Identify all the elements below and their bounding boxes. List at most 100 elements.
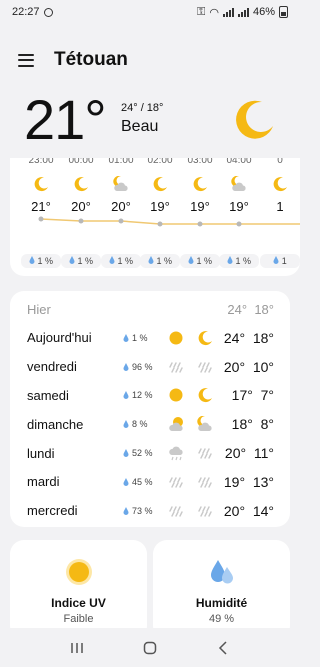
- day-hi-lo: 18° 8°: [232, 416, 274, 432]
- day-high: 19°: [223, 473, 246, 490]
- rain-icon: [197, 359, 213, 375]
- current-temperature: 21°: [24, 88, 107, 151]
- home-button[interactable]: [135, 636, 165, 660]
- current-weather: 21° 24° / 18° Beau: [0, 88, 300, 158]
- key-icon: ⚿: [196, 5, 206, 18]
- status-time: 22:27: [12, 6, 40, 18]
- humidity-drops-icon: [210, 560, 233, 584]
- daily-row[interactable]: samedi 12 % 17° 7°: [10, 381, 290, 409]
- city-title: Tétouan: [54, 49, 128, 70]
- day-hi-lo: 24° 18°: [227, 302, 274, 317]
- day-low: 18°: [252, 329, 274, 346]
- moon-cloud-icon: [231, 175, 247, 192]
- uv-index-card[interactable]: Indice UV Faible: [10, 540, 147, 640]
- day-low: 11°: [253, 445, 274, 461]
- day-high: 20°: [224, 445, 247, 461]
- hourly-temp: 19°: [229, 199, 249, 214]
- day-low: 13°: [252, 473, 274, 490]
- hourly-item: 03:00 19°: [180, 158, 220, 214]
- day-rain-value: 96 %: [132, 361, 153, 372]
- hourly-time: 04:00: [226, 158, 252, 166]
- daily-row[interactable]: mercredi 73 % 20° 14°: [10, 497, 290, 525]
- daily-forecast[interactable]: Hier 24° 18° Aujourd'hui 1 % 24° 18° vendredi…: [10, 291, 290, 527]
- day-hi-lo: 19° 13°: [224, 474, 274, 490]
- daily-row[interactable]: vendredi 96 % 20° 10°: [10, 353, 290, 381]
- hourly-forecast[interactable]: 23:00 21° 1 % 00:00 20° 1 % 01:00 20° 1 % 02:0…: [10, 158, 300, 276]
- hourly-item: 04:00 19°: [219, 158, 259, 214]
- signal-icon: [222, 7, 234, 17]
- daily-row[interactable]: mardi 45 % 19° 13°: [10, 468, 290, 496]
- hourly-item: 01:00 20°: [101, 158, 141, 214]
- humidity-card[interactable]: Humidité 49 %: [153, 540, 290, 640]
- rain-icon: [168, 503, 184, 519]
- hourly-rain-chance: 1 %: [219, 254, 259, 268]
- battery-percent: 46%: [252, 6, 275, 18]
- day-high: 24°: [227, 301, 248, 317]
- daily-row[interactable]: Hier 24° 18°: [10, 295, 290, 323]
- rain-icon: [168, 359, 184, 375]
- signal-icon-2: [237, 7, 249, 17]
- recent-apps-button[interactable]: [62, 636, 92, 660]
- day-rain-value: 12 %: [132, 390, 153, 401]
- menu-icon[interactable]: [18, 53, 34, 67]
- day-low: 10°: [252, 358, 274, 375]
- back-button[interactable]: [208, 636, 238, 660]
- hourly-time: 03:00: [187, 158, 213, 166]
- hourly-rain-value: 1 %: [37, 256, 54, 266]
- day-low: 7°: [260, 387, 274, 404]
- daily-row[interactable]: Aujourd'hui 1 % 24° 18°: [10, 324, 290, 352]
- day-name: vendredi: [27, 359, 77, 375]
- day-rain-value: 52 %: [132, 448, 153, 458]
- hourly-time: 02:00: [147, 158, 173, 166]
- cloud-rain-icon: [168, 445, 184, 461]
- day-rain-chance: 1 %: [123, 333, 148, 343]
- hourly-rain-chance: 1 %: [21, 254, 61, 268]
- moon-cloud-icon: [113, 175, 129, 192]
- sun-icon: [168, 330, 184, 346]
- day-high: 20°: [223, 358, 246, 375]
- hourly-temp: 21°: [31, 199, 51, 214]
- moon-icon: [192, 176, 208, 192]
- day-high: 20°: [223, 502, 246, 519]
- day-hi-lo: 20° 10°: [224, 359, 274, 375]
- uv-index-value: Faible: [63, 613, 94, 625]
- sun-cloud-icon: [168, 416, 184, 432]
- rain-icon: [168, 474, 184, 490]
- sun-icon: [65, 559, 92, 585]
- day-hi-lo: 24° 18°: [224, 330, 274, 346]
- current-hi-lo: 24° / 18°: [121, 102, 164, 114]
- day-high: 24°: [223, 329, 246, 346]
- daily-row[interactable]: lundi 52 % 20° 11°: [10, 439, 290, 467]
- day-rain-chance: 96 %: [123, 362, 153, 372]
- hourly-rain-chance: 1 %: [61, 254, 101, 268]
- rain-icon: [197, 445, 213, 461]
- hourly-rain-chance: 1 %: [140, 254, 180, 268]
- hourly-time: 00:00: [68, 158, 94, 166]
- day-low: 14°: [252, 502, 274, 519]
- day-rain-value: 1 %: [132, 332, 148, 343]
- day-rain-chance: 45 %: [123, 477, 153, 487]
- day-name: samedi: [27, 387, 69, 403]
- day-hi-lo: 20° 14°: [224, 503, 274, 519]
- hourly-rain-value: 1 %: [117, 256, 134, 266]
- day-rain-value: 73 %: [132, 505, 153, 516]
- wifi-icon: ◠: [209, 6, 219, 19]
- hourly-rain-value: 1: [281, 256, 287, 266]
- hourly-rain-value: 1 %: [196, 256, 213, 266]
- hourly-rain-value: 1 %: [77, 256, 94, 266]
- day-name: mardi: [27, 474, 60, 490]
- day-name: dimanche: [27, 416, 84, 432]
- hourly-rain-chance: 1: [260, 254, 300, 268]
- hourly-temp: 19°: [190, 199, 210, 214]
- hourly-item: 23:00 21°: [21, 158, 61, 214]
- hourly-rain-chance: 1 %: [180, 254, 220, 268]
- moon-icon: [272, 176, 288, 192]
- status-bar: 22:27 ⚿ ◠ 46%: [0, 0, 300, 24]
- day-hi-lo: 17° 7°: [232, 387, 274, 403]
- hourly-time: 01:00: [108, 158, 134, 166]
- day-hi-lo: 20° 11°: [225, 445, 274, 461]
- hourly-item: 00:00 20°: [61, 158, 101, 214]
- daily-row[interactable]: dimanche 8 % 18° 8°: [10, 410, 290, 438]
- moon-icon: [236, 100, 273, 139]
- day-low: 8°: [260, 416, 274, 433]
